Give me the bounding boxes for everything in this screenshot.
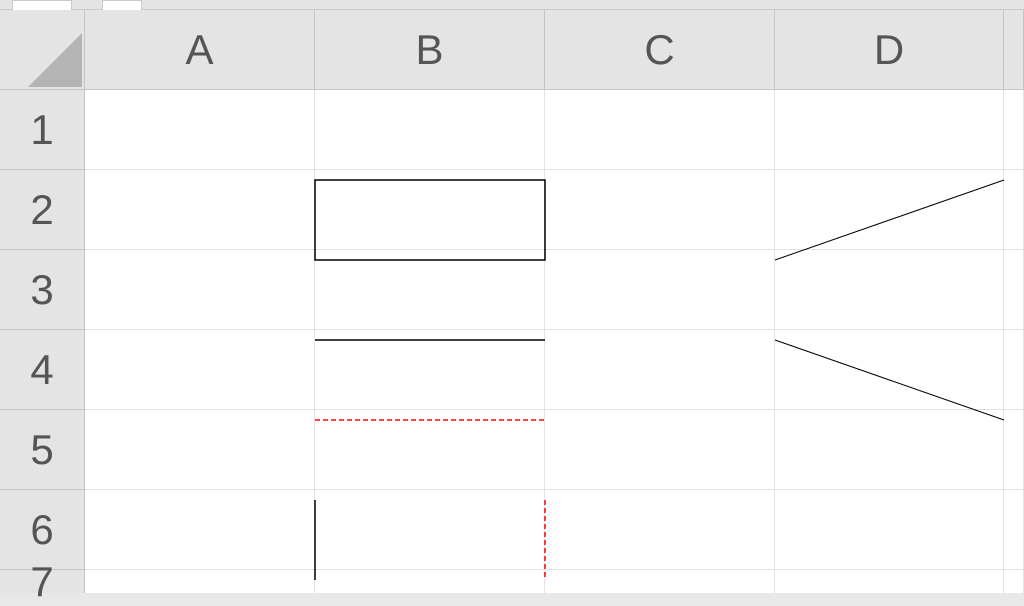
row-6: 6 [0,490,1024,570]
col-header-C[interactable]: C [545,10,775,90]
cell-E6-partial[interactable] [1004,490,1024,570]
select-all-triangle-icon [28,33,82,87]
cell-D3[interactable] [775,250,1004,330]
col-header-A[interactable]: A [85,10,315,90]
cell-B3[interactable] [315,250,545,330]
row-2: 2 [0,170,1024,250]
row-4: 4 [0,330,1024,410]
cell-A1[interactable] [85,90,315,170]
cell-E1-partial[interactable] [1004,90,1024,170]
col-header-D[interactable]: D [775,10,1004,90]
cell-D6[interactable] [775,490,1004,570]
row-header-2[interactable]: 2 [0,170,85,250]
cell-B7[interactable] [315,570,545,593]
cell-C5[interactable] [545,410,775,490]
cell-C7[interactable] [545,570,775,593]
cell-D5[interactable] [775,410,1004,490]
cell-D2[interactable] [775,170,1004,250]
cell-E4-partial[interactable] [1004,330,1024,410]
cell-E7-partial[interactable] [1004,570,1024,593]
cell-A7[interactable] [85,570,315,593]
row-header-7[interactable]: 7 [0,570,85,593]
cell-A4[interactable] [85,330,315,410]
row-header-1[interactable]: 1 [0,90,85,170]
cell-A6[interactable] [85,490,315,570]
cell-C3[interactable] [545,250,775,330]
cell-D1[interactable] [775,90,1004,170]
row-header-5[interactable]: 5 [0,410,85,490]
cell-C6[interactable] [545,490,775,570]
cell-C1[interactable] [545,90,775,170]
cell-B6[interactable] [315,490,545,570]
cell-E3-partial[interactable] [1004,250,1024,330]
column-headers-row: A B C D [0,10,1024,90]
cell-E2-partial[interactable] [1004,170,1024,250]
col-header-B[interactable]: B [315,10,545,90]
spreadsheet-grid: A B C D 1 2 3 4 5 [0,10,1024,593]
cell-A3[interactable] [85,250,315,330]
cell-C2[interactable] [545,170,775,250]
row-7-partial: 7 [0,570,1024,593]
cell-E5-partial[interactable] [1004,410,1024,490]
col-header-E-partial[interactable] [1004,10,1024,90]
formula-bar-fragment [0,0,1024,10]
cell-B2[interactable] [315,170,545,250]
cell-D7[interactable] [775,570,1004,593]
cell-A2[interactable] [85,170,315,250]
row-header-3[interactable]: 3 [0,250,85,330]
select-all-corner[interactable] [0,10,85,90]
cell-B4[interactable] [315,330,545,410]
cell-C4[interactable] [545,330,775,410]
row-3: 3 [0,250,1024,330]
row-1: 1 [0,90,1024,170]
cell-D4[interactable] [775,330,1004,410]
cell-B1[interactable] [315,90,545,170]
row-5: 5 [0,410,1024,490]
cell-B5[interactable] [315,410,545,490]
row-header-4[interactable]: 4 [0,330,85,410]
name-box-fragment[interactable] [12,0,72,10]
cell-A5[interactable] [85,410,315,490]
fx-box-fragment[interactable] [102,0,142,10]
